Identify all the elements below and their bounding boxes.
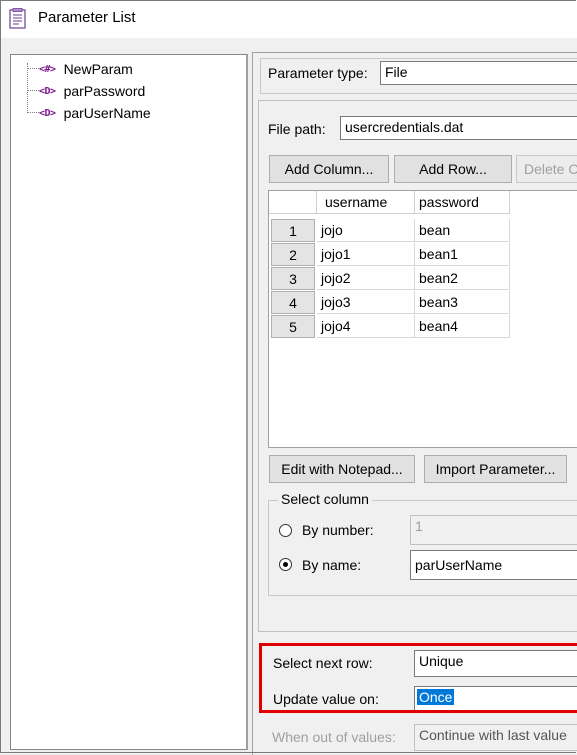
file-path-input[interactable]: usercredentials.dat [340, 116, 577, 140]
highlight-annotation [259, 643, 577, 713]
cell-password[interactable]: bean4 [415, 315, 510, 338]
row-number[interactable]: 3 [271, 267, 315, 290]
by-name-input[interactable]: parUserName [410, 550, 577, 580]
tree-item-parusername[interactable]: <D> parUserName [39, 102, 153, 124]
cell-username[interactable]: jojo2 [317, 267, 415, 290]
cell-password[interactable]: bean1 [415, 243, 510, 266]
by-number-label[interactable]: By number: [302, 522, 374, 538]
column-header-username[interactable]: username [317, 191, 415, 214]
column-header-password[interactable]: password [415, 191, 510, 214]
parameter-type-label: Parameter type: [268, 65, 368, 81]
parameter-tree[interactable]: <#> NewParam <D> parPassword <D> parUser… [10, 54, 248, 750]
import-parameter-button[interactable]: Import Parameter... [424, 455, 567, 483]
by-name-radio[interactable] [279, 558, 292, 571]
row-number[interactable]: 4 [271, 291, 315, 314]
cell-username[interactable]: jojo1 [317, 243, 415, 266]
file-param-icon: <D> [39, 107, 56, 119]
tree-item-label: parUserName [63, 105, 151, 121]
tree-item-newparam[interactable]: <#> NewParam [39, 58, 135, 80]
cell-password[interactable]: bean2 [415, 267, 510, 290]
add-row-button[interactable]: Add Row... [394, 155, 512, 183]
select-column-title: Select column [278, 491, 372, 507]
when-out-of-values-label: When out of values: [272, 729, 396, 745]
number-param-icon: <#> [39, 63, 56, 75]
file-path-label: File path: [268, 121, 326, 137]
cell-username[interactable]: jojo [317, 219, 415, 242]
tree-connector [27, 112, 39, 113]
row-number[interactable]: 1 [271, 219, 315, 242]
tree-item-label: NewParam [63, 61, 133, 77]
by-name-label[interactable]: By name: [302, 557, 361, 573]
cell-username[interactable]: jojo4 [317, 315, 415, 338]
row-number[interactable]: 5 [271, 315, 315, 338]
tree-item-parpassword[interactable]: <D> parPassword [39, 80, 147, 102]
tree-item-label: parPassword [63, 83, 146, 99]
parameter-type-select[interactable]: File [380, 61, 577, 85]
row-number[interactable]: 2 [271, 243, 315, 266]
edit-with-notepad-button[interactable]: Edit with Notepad... [269, 455, 415, 483]
cell-password[interactable]: bean3 [415, 291, 510, 314]
add-column-button[interactable]: Add Column... [269, 155, 389, 183]
tree-connector [27, 68, 39, 69]
cell-password[interactable]: bean [415, 219, 510, 242]
by-number-radio[interactable] [279, 524, 292, 537]
cell-username[interactable]: jojo3 [317, 291, 415, 314]
parameter-list-icon [9, 8, 27, 30]
delete-column-button[interactable]: Delete C [516, 155, 577, 183]
tree-connector [27, 90, 39, 91]
when-out-of-values-dropdown[interactable]: Continue with last value [414, 724, 577, 751]
tree-connector [27, 63, 28, 113]
parameter-data-grid[interactable]: username password 1 jojo bean 2 jojo1 be… [268, 190, 577, 448]
by-number-input[interactable]: 1 [410, 515, 577, 545]
file-param-icon: <D> [39, 85, 56, 97]
window-title: Parameter List [38, 9, 136, 26]
grid-corner-header [269, 191, 317, 214]
